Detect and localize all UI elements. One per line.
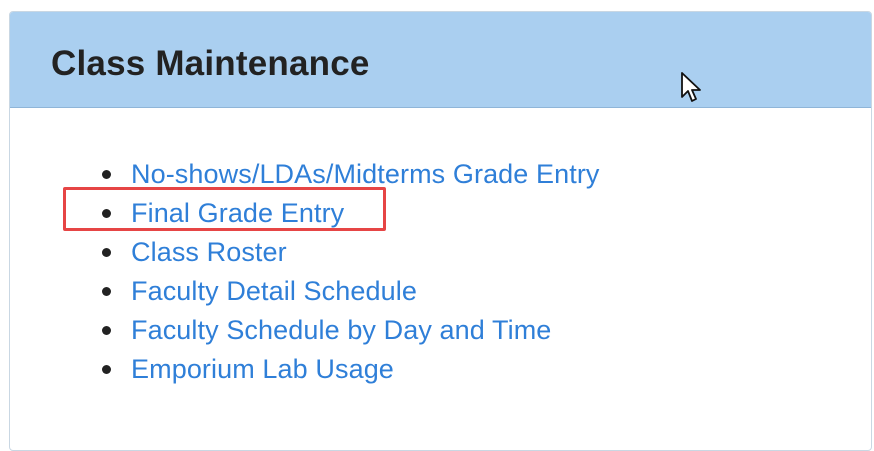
faculty-schedule-by-day-and-time-link[interactable]: Faculty Schedule by Day and Time xyxy=(131,311,551,350)
list-bullet xyxy=(102,170,111,179)
list-bullet xyxy=(102,365,111,374)
mouse-pointer-icon xyxy=(681,72,701,102)
faculty-detail-schedule-link[interactable]: Faculty Detail Schedule xyxy=(131,272,417,311)
class-maintenance-panel: Class Maintenance No-shows/LDAs/Midterms… xyxy=(9,11,872,451)
list-bullet xyxy=(102,326,111,335)
class-roster-link[interactable]: Class Roster xyxy=(131,233,287,272)
panel-header: Class Maintenance xyxy=(10,12,871,108)
emporium-lab-usage-link[interactable]: Emporium Lab Usage xyxy=(131,350,394,389)
list-bullet xyxy=(102,248,111,257)
final-grade-entry-highlight-box xyxy=(63,187,386,231)
list-bullet xyxy=(102,287,111,296)
panel-title: Class Maintenance xyxy=(51,44,370,83)
